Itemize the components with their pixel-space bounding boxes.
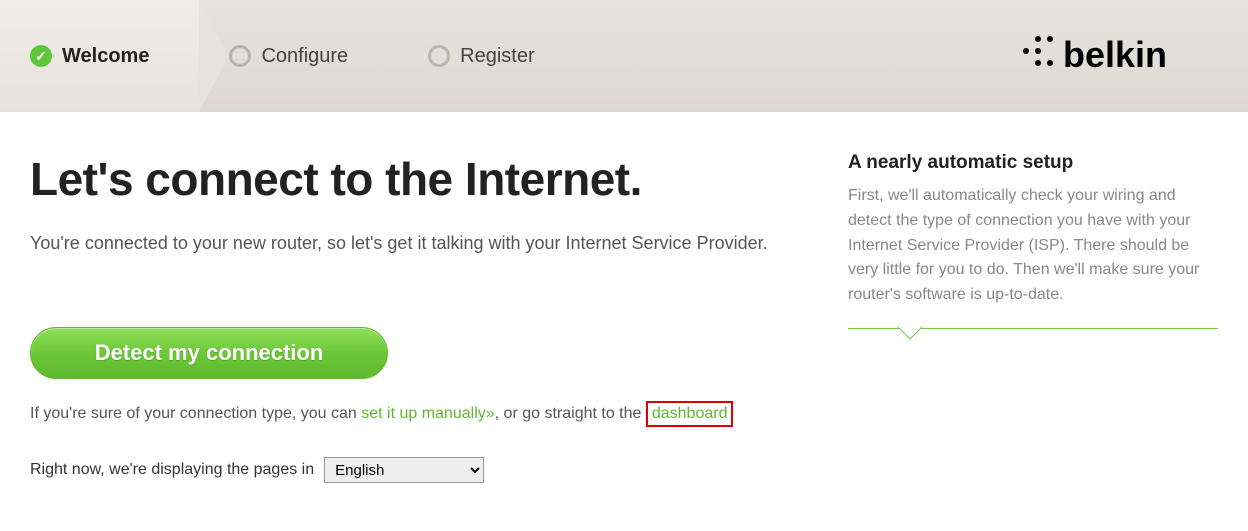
stepper-tabs: ✓ Welcome Configure Register [0,0,585,112]
tab-configure[interactable]: Configure [199,0,398,112]
detect-connection-button[interactable]: Detect my connection [30,327,388,379]
tab-label: Welcome [62,45,149,68]
language-line: Right now, we're displaying the pages in… [30,457,788,483]
aside-title: A nearly automatic setup [848,152,1218,174]
setup-stepper-bar: ✓ Welcome Configure Register belkin [0,0,1248,112]
check-icon: ✓ [30,45,52,67]
tab-welcome[interactable]: ✓ Welcome [0,0,199,112]
circle-icon [428,45,450,67]
tab-label: Configure [261,45,348,68]
manual-prefix: If you're sure of your connection type, … [30,405,361,422]
belkin-logo: belkin [1018,29,1218,84]
aside-body: First, we'll automatically check your wi… [848,184,1218,308]
chevron-down-icon [898,327,922,341]
circle-icon [229,45,251,67]
tab-label: Register [460,45,534,68]
aside-column: A nearly automatic setup First, we'll au… [848,152,1218,483]
language-select[interactable]: English [324,457,484,483]
page-title: Let's connect to the Internet. [30,152,788,206]
page-content: Let's connect to the Internet. You're co… [0,112,1248,513]
brand-text: belkin [1063,34,1167,75]
language-prefix: Right now, we're displaying the pages in [30,461,314,479]
main-column: Let's connect to the Internet. You're co… [30,152,788,483]
tab-register[interactable]: Register [398,0,584,112]
page-subtitle: You're connected to your new router, so … [30,230,788,257]
dashboard-highlight: dashboard [646,401,734,427]
dashboard-link[interactable]: dashboard [652,405,728,422]
manual-setup-link[interactable]: set it up manually» [361,405,494,422]
aside-divider [848,328,1218,348]
manual-mid: , or go straight to the [495,405,646,422]
manual-setup-line: If you're sure of your connection type, … [30,401,788,427]
